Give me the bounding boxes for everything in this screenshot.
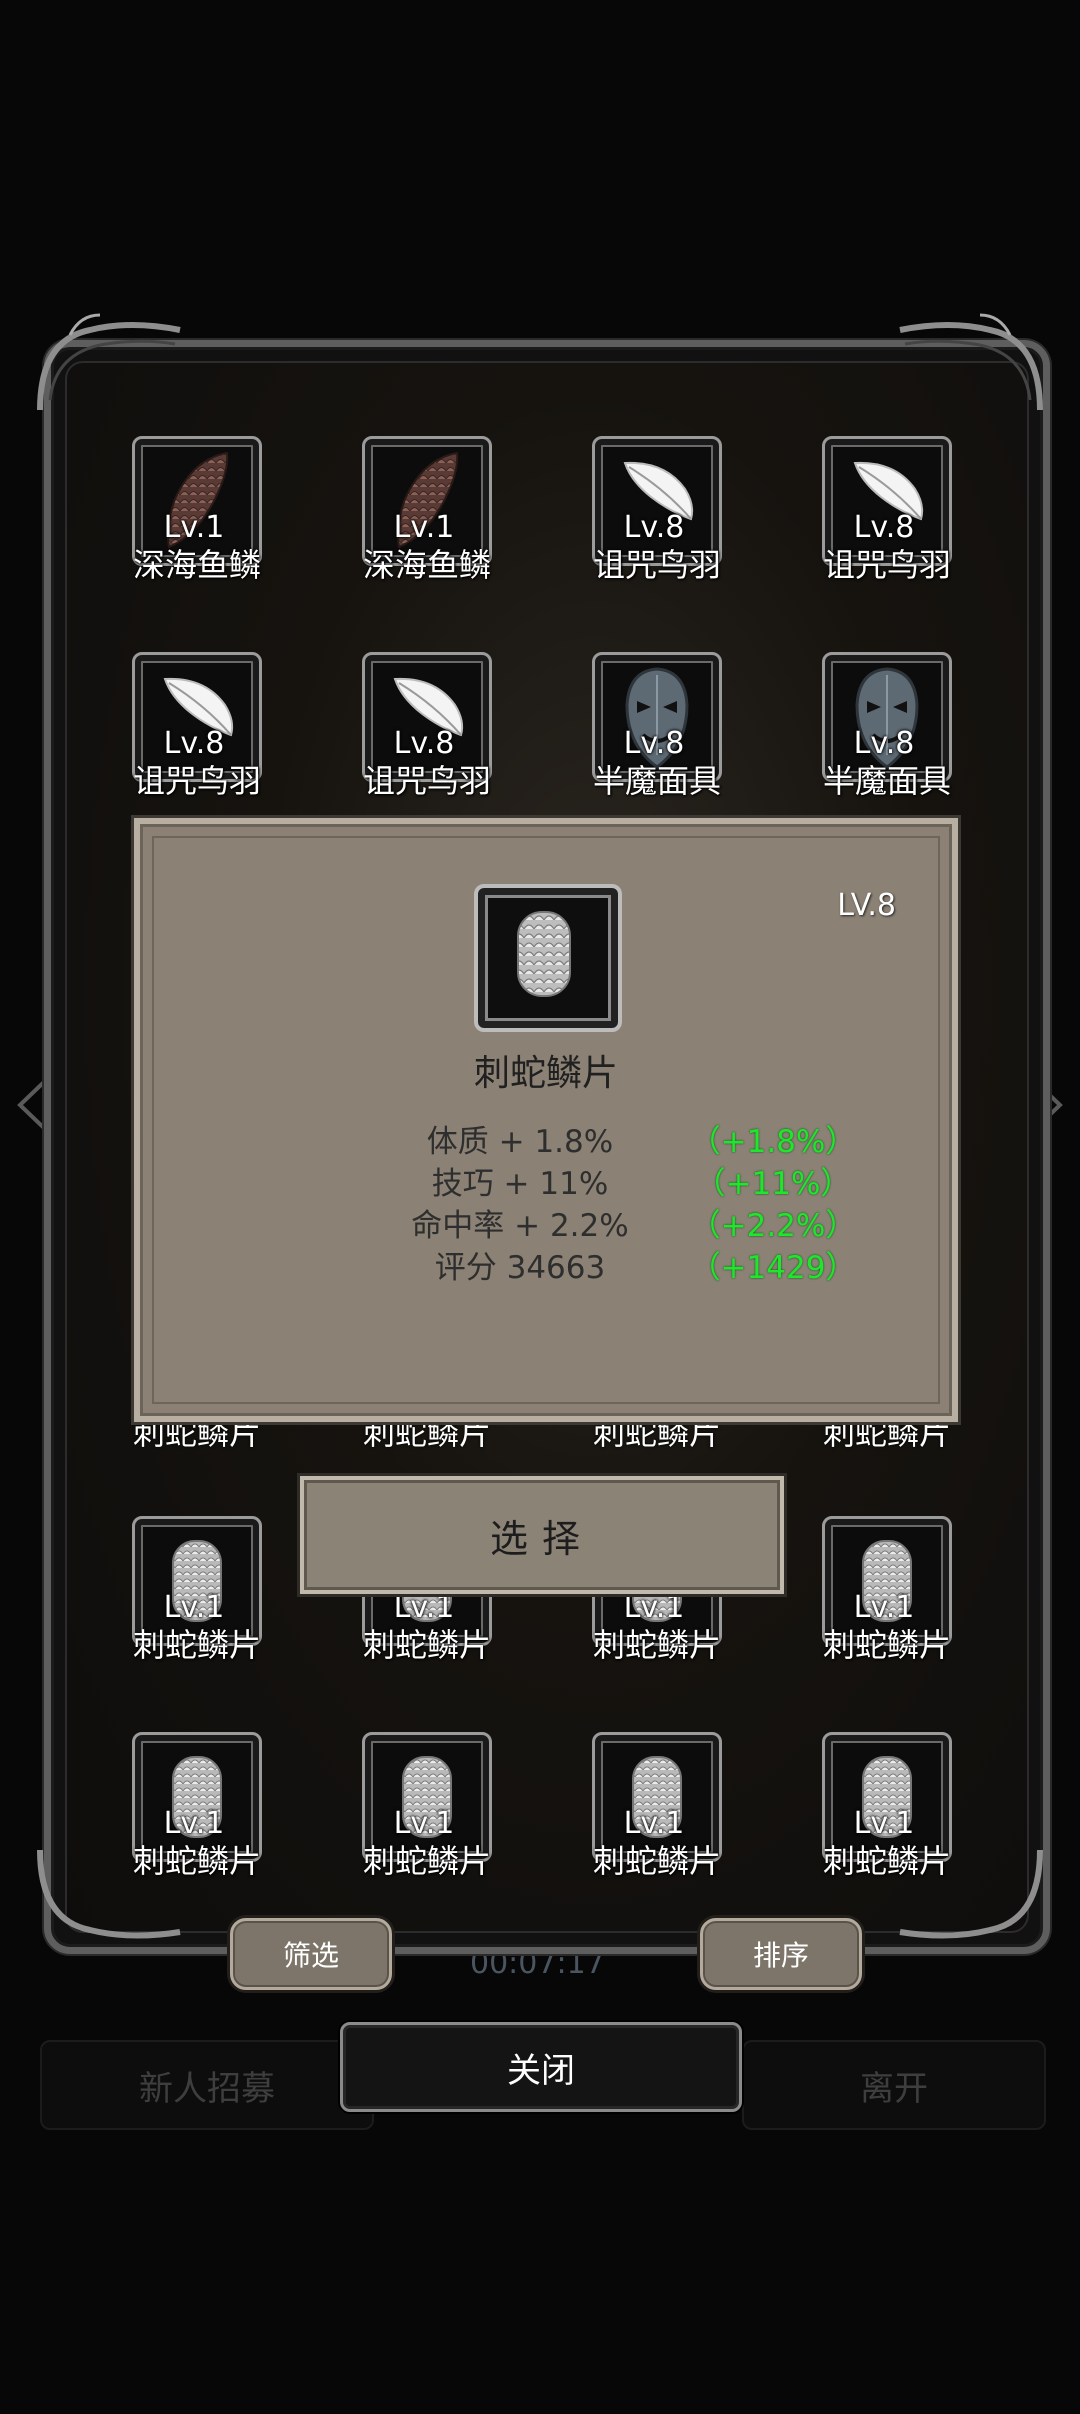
item-name: 刺蛇鳞片 — [362, 1626, 491, 1664]
item-name: 诅咒鸟羽 — [362, 762, 491, 800]
corner-ornament-icon — [899, 313, 1043, 411]
stat-label: 体质 + 1.8% — [426, 1124, 614, 1160]
select-button-label: 选择 — [489, 1516, 594, 1561]
stat-label: 技巧 + 11% — [431, 1166, 609, 1202]
inventory-item[interactable]: Lv.8 诅咒鸟羽 — [772, 436, 1002, 636]
item-name: 半魔面具 — [822, 762, 951, 800]
item-name: 刺蛇鳞片 — [132, 1842, 261, 1880]
bg-leave-bar: 离开 — [742, 2040, 1046, 2130]
item-name: 诅咒鸟羽 — [592, 546, 721, 584]
inventory-item[interactable]: Lv.1 深海鱼鳞 — [312, 436, 542, 636]
stat-bonus: （+11%） — [694, 1166, 852, 1202]
item-name: 刺蛇鳞片 — [362, 1842, 491, 1880]
detail-level: LV.8 — [837, 888, 896, 923]
item-name: 刺蛇鳞片 — [592, 1842, 721, 1880]
item-detail-popup: LV.8 刺蛇鳞片 体质 + 1.8% （+1.8%） 技巧 + 11% （+11%）… — [134, 818, 958, 1422]
select-button[interactable]: 选择 — [300, 1476, 784, 1594]
corner-ornament-icon — [37, 313, 181, 411]
inventory-item[interactable]: Lv.1 刺蛇鳞片 — [772, 1516, 1002, 1716]
snake-scale-icon — [517, 911, 571, 997]
inventory-item[interactable]: Lv.8 诅咒鸟羽 — [542, 436, 772, 636]
detail-name: 刺蛇鳞片 — [473, 1053, 618, 1094]
item-name: 诅咒鸟羽 — [822, 546, 951, 584]
inventory-item[interactable]: Lv.1 刺蛇鳞片 — [542, 1732, 772, 1932]
bg-leave-label: 离开 — [860, 2068, 928, 2109]
stat-bonus: （+2.2%） — [689, 1208, 857, 1244]
item-name: 刺蛇鳞片 — [132, 1626, 261, 1664]
detail-icon-frame — [474, 884, 622, 1032]
page-left-arrow-icon — [17, 1080, 46, 1130]
close-button-label: 关闭 — [507, 2050, 575, 2091]
bg-recruit-label: 新人招募 — [139, 2068, 275, 2109]
filter-button-label: 筛选 — [282, 1939, 339, 1972]
inventory-item[interactable]: Lv.1 深海鱼鳞 — [82, 436, 312, 636]
sort-button-label: 排序 — [752, 1939, 809, 1972]
bg-recruit-bar: 新人招募 — [40, 2040, 374, 2130]
stat-bonus: （+1429） — [689, 1250, 857, 1286]
stat-label: 命中率 + 2.2% — [411, 1208, 629, 1244]
inventory-item[interactable]: Lv.1 刺蛇鳞片 — [772, 1732, 1002, 1932]
close-button[interactable]: 关闭 — [340, 2022, 742, 2112]
inventory-item[interactable]: Lv.1 刺蛇鳞片 — [82, 1516, 312, 1716]
item-name: 诅咒鸟羽 — [132, 762, 261, 800]
item-name: 刺蛇鳞片 — [822, 1626, 951, 1664]
stat-bonus: （+1.8%） — [689, 1124, 857, 1160]
filter-button[interactable]: 筛选 — [230, 1918, 392, 1990]
item-name: 半魔面具 — [592, 762, 721, 800]
item-name: 刺蛇鳞片 — [592, 1626, 721, 1664]
inventory-item[interactable]: Lv.1 刺蛇鳞片 — [312, 1732, 542, 1932]
sort-button[interactable]: 排序 — [700, 1918, 862, 1990]
stat-label: 评分 34663 — [434, 1250, 606, 1286]
inventory-item[interactable]: Lv.1 刺蛇鳞片 — [82, 1732, 312, 1932]
item-name: 深海鱼鳞 — [362, 546, 491, 584]
item-name: 深海鱼鳞 — [132, 546, 261, 584]
item-name: 刺蛇鳞片 — [822, 1842, 951, 1880]
